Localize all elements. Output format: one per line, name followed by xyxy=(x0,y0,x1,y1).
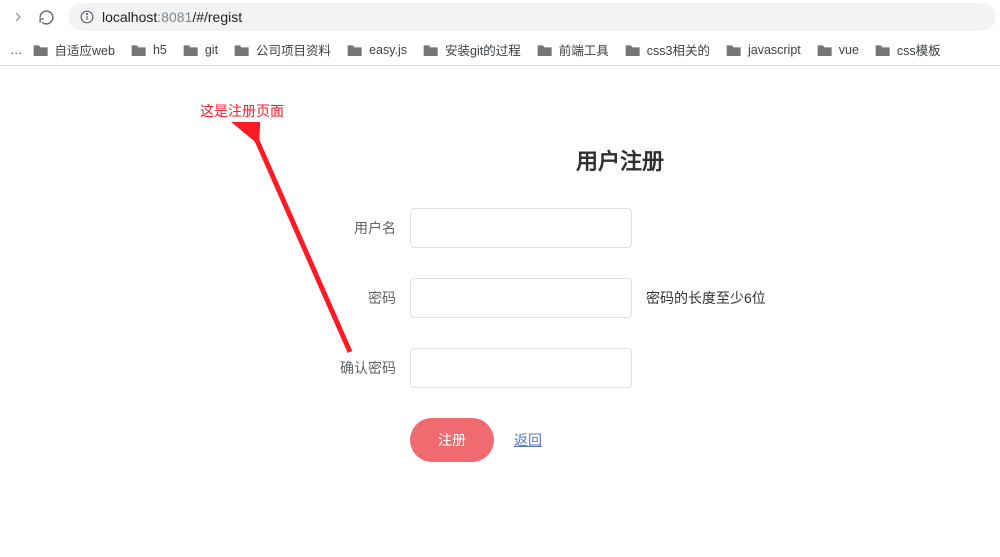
bookmark-label: 安装git的过程 xyxy=(445,40,521,59)
url-port: :8081 xyxy=(157,9,192,25)
bookmark-item[interactable]: … xyxy=(4,39,25,61)
folder-icon xyxy=(234,43,250,57)
url-bar[interactable]: localhost:8081/#/regist xyxy=(68,3,996,31)
reload-button[interactable] xyxy=(32,3,60,31)
folder-icon xyxy=(537,43,553,57)
password-row: 密码 密码的长度至少6位 xyxy=(300,278,860,318)
password-input[interactable] xyxy=(410,278,632,318)
bookmark-label: css3相关的 xyxy=(647,40,710,59)
bookmark-item[interactable]: 前端工具 xyxy=(529,36,617,63)
confirm-password-row: 确认密码 xyxy=(300,348,860,388)
info-icon xyxy=(80,10,94,24)
bookmark-label: 前端工具 xyxy=(559,40,609,59)
form-actions: 注册 返回 xyxy=(410,418,860,462)
confirm-password-input[interactable] xyxy=(410,348,632,388)
bookmark-item[interactable]: css3相关的 xyxy=(617,36,718,63)
bookmarks-bar: … 自适应web h5 git 公司项目资料 easy.js 安装git的过程 … xyxy=(0,34,1000,66)
confirm-password-label: 确认密码 xyxy=(300,358,410,378)
url-host: localhost xyxy=(102,9,157,25)
folder-icon xyxy=(625,43,641,57)
annotation-text: 这是注册页面 xyxy=(200,101,284,121)
bookmark-item[interactable]: css模板 xyxy=(867,36,949,63)
url-path: /#/regist xyxy=(192,9,242,25)
folder-icon xyxy=(131,43,147,57)
folder-icon xyxy=(726,43,742,57)
folder-icon xyxy=(817,43,833,57)
bookmark-item[interactable]: vue xyxy=(809,39,867,61)
folder-icon xyxy=(875,43,891,57)
bookmark-label: javascript xyxy=(748,43,801,57)
username-row: 用户名 xyxy=(300,208,860,248)
back-link[interactable]: 返回 xyxy=(514,430,542,450)
forward-button[interactable] xyxy=(4,3,32,31)
bookmark-label-partial: … xyxy=(10,43,23,57)
browser-toolbar: localhost:8081/#/regist xyxy=(0,0,1000,34)
password-hint: 密码的长度至少6位 xyxy=(646,288,766,308)
bookmark-label: easy.js xyxy=(369,43,407,57)
page-content: 这是注册页面 用户注册 用户名 密码 密码的长度至少6位 确认密码 注册 返回 xyxy=(0,66,1000,462)
bookmark-item[interactable]: javascript xyxy=(718,39,809,61)
bookmark-label: css模板 xyxy=(897,40,941,59)
register-form: 用户注册 用户名 密码 密码的长度至少6位 确认密码 注册 返回 xyxy=(300,144,860,462)
bookmark-label: h5 xyxy=(153,43,167,57)
bookmark-item[interactable]: 安装git的过程 xyxy=(415,36,529,63)
bookmark-label: 自适应web xyxy=(55,40,115,59)
password-label: 密码 xyxy=(300,288,410,308)
bookmark-item[interactable]: git xyxy=(175,39,226,61)
bookmark-item[interactable]: easy.js xyxy=(339,39,415,61)
bookmark-label: git xyxy=(205,43,218,57)
register-button[interactable]: 注册 xyxy=(410,418,494,462)
bookmark-label: 公司项目资料 xyxy=(256,40,331,59)
form-title: 用户注册 xyxy=(380,144,860,176)
folder-icon xyxy=(347,43,363,57)
username-input[interactable] xyxy=(410,208,632,248)
bookmark-item[interactable]: h5 xyxy=(123,39,175,61)
folder-icon xyxy=(183,43,199,57)
bookmark-label: vue xyxy=(839,43,859,57)
bookmark-item[interactable]: 公司项目资料 xyxy=(226,36,339,63)
folder-icon xyxy=(423,43,439,57)
folder-icon xyxy=(33,43,49,57)
bookmark-item[interactable]: 自适应web xyxy=(25,36,123,63)
username-label: 用户名 xyxy=(300,218,410,238)
